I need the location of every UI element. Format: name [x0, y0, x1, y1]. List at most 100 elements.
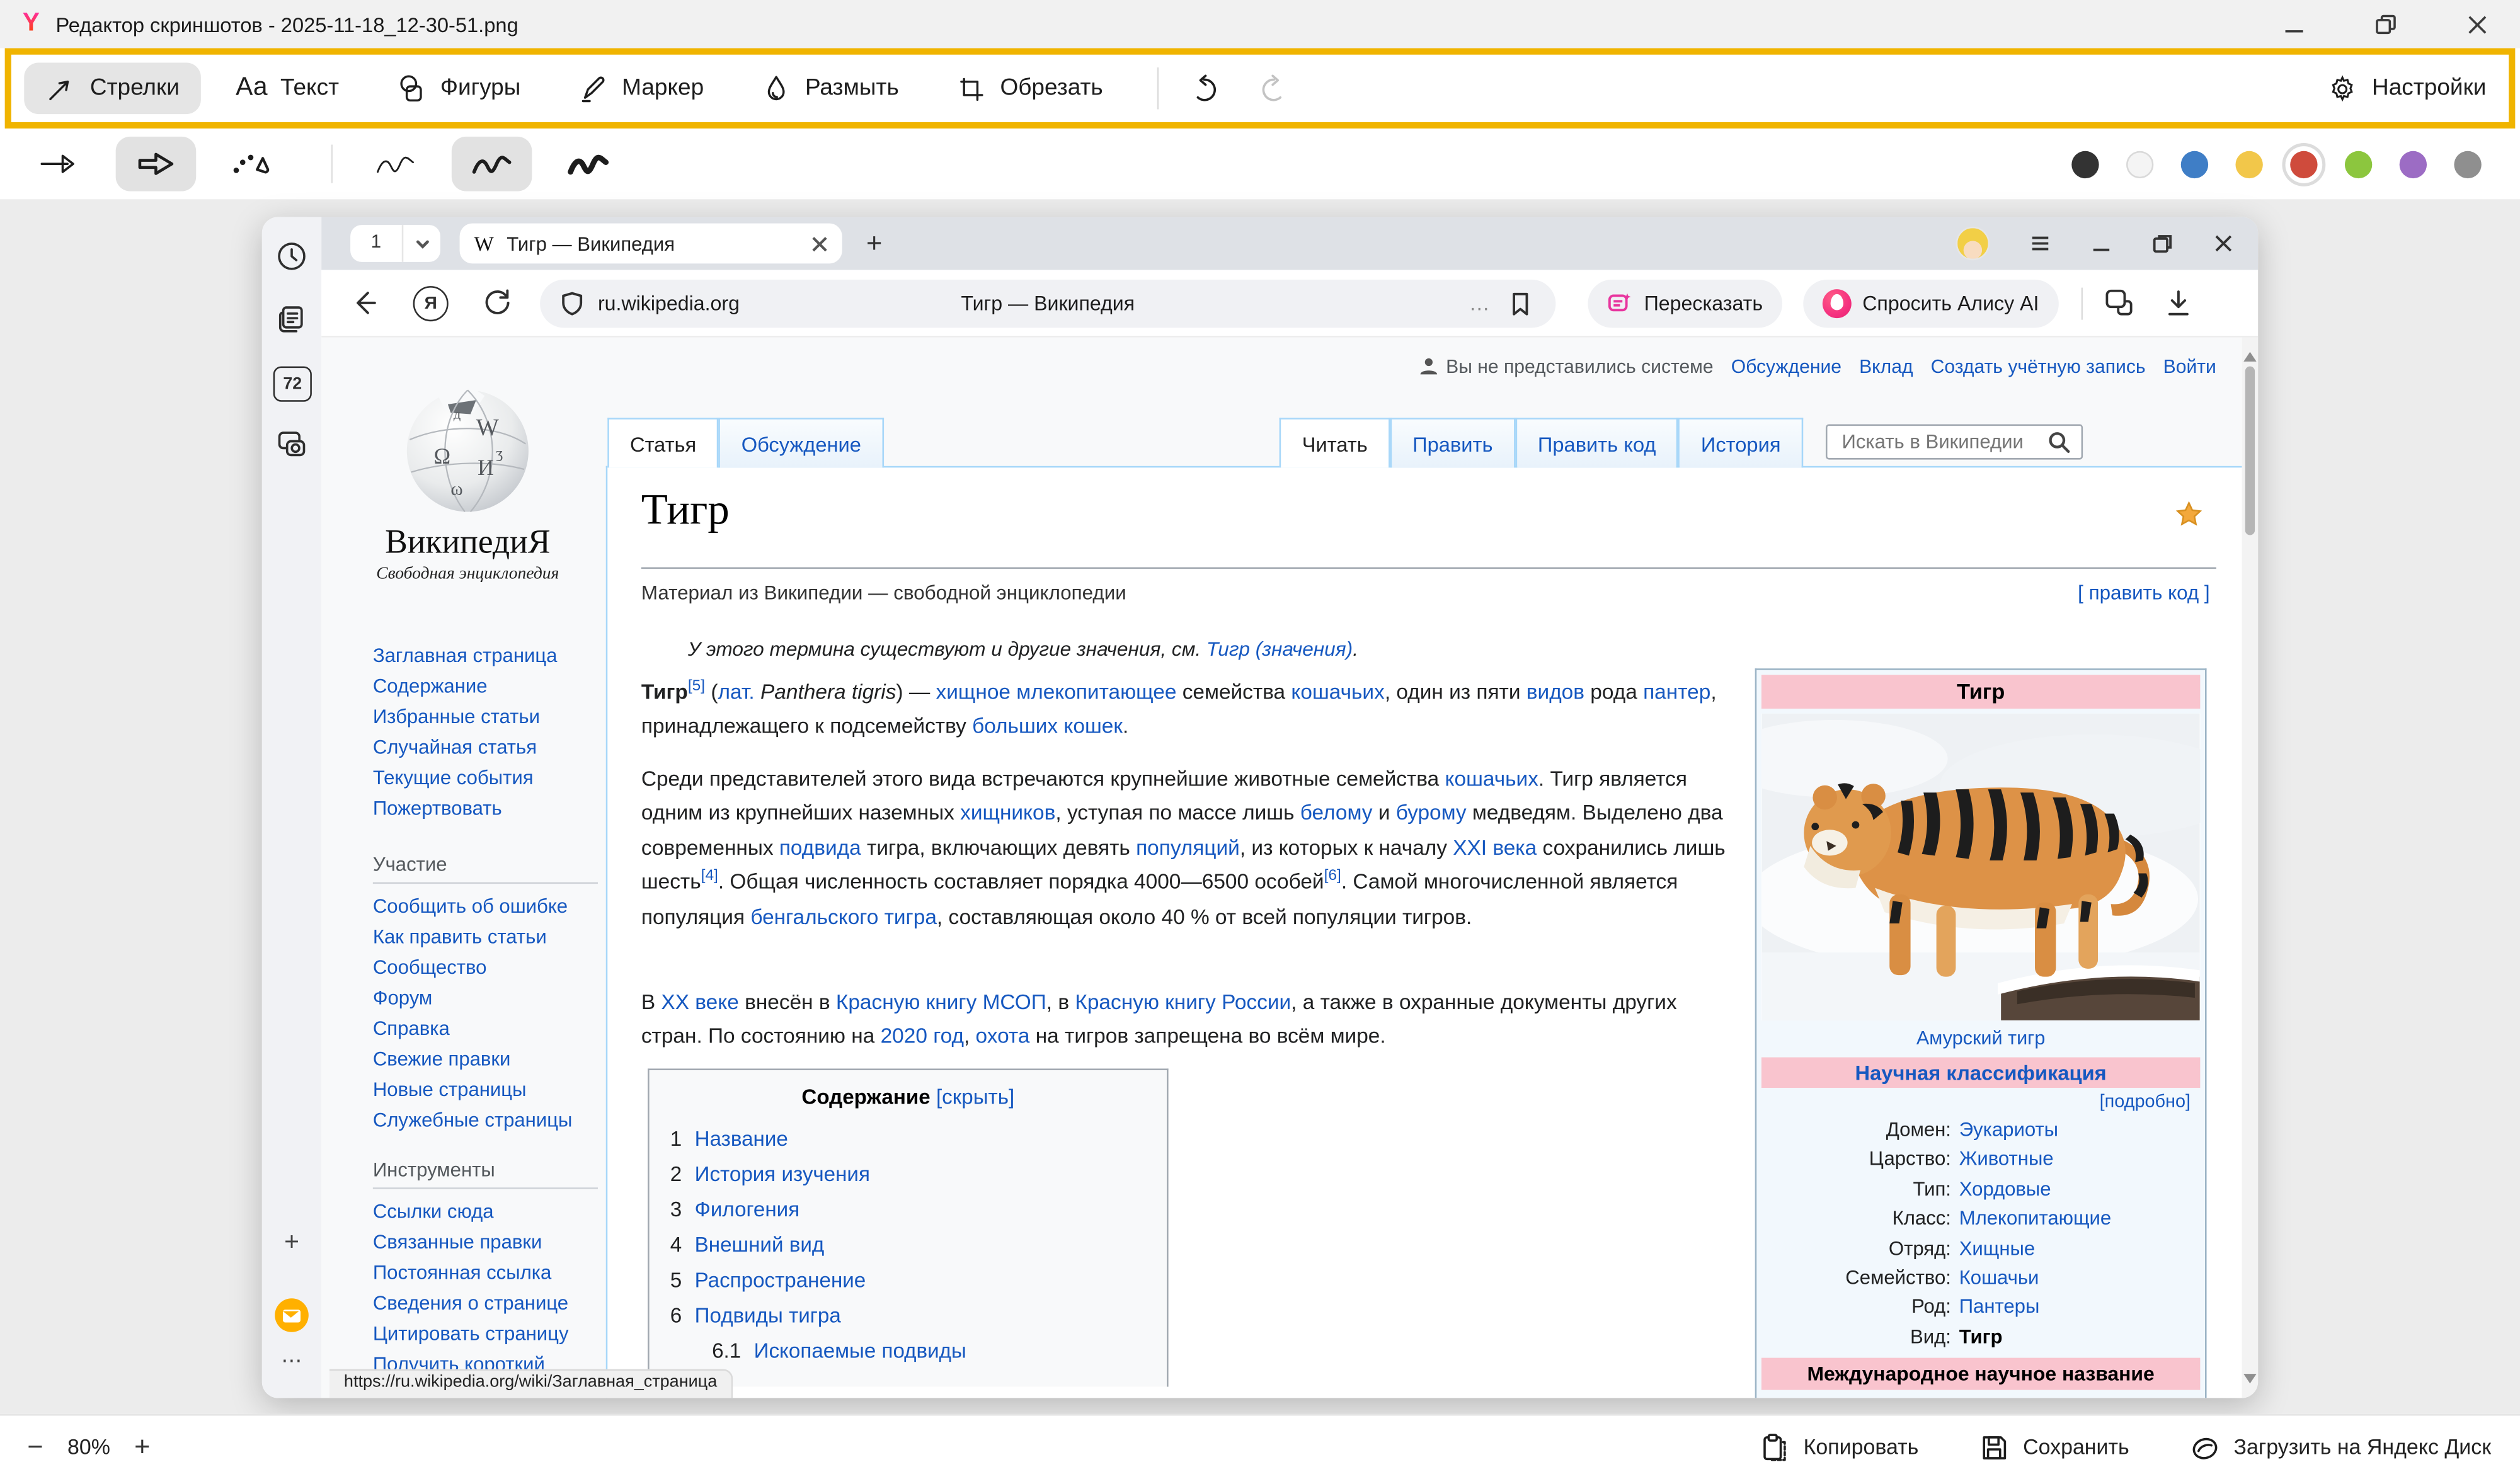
- sidebar-link[interactable]: Заглавная страница: [373, 641, 614, 671]
- yandex-search-icon[interactable]: Я: [413, 285, 449, 321]
- marker-tool-button[interactable]: Маркер: [556, 62, 724, 114]
- arrow-style-thin-button[interactable]: [20, 137, 100, 191]
- undo-button[interactable]: [1179, 67, 1235, 110]
- personal-link[interactable]: Обсуждение: [1731, 355, 1841, 378]
- history-icon[interactable]: [275, 239, 309, 273]
- rank-value-link[interactable]: Кошачьи: [1959, 1263, 2039, 1293]
- text-tool-button[interactable]: Аа Текст: [215, 64, 360, 113]
- rank-value-link[interactable]: Пантеры: [1959, 1293, 2040, 1322]
- tiger-photo[interactable]: [1761, 714, 2200, 1020]
- tab-close-icon[interactable]: [811, 236, 828, 252]
- view-tab[interactable]: Читать: [1280, 418, 1390, 467]
- copy-button[interactable]: Копировать: [1760, 1433, 1919, 1462]
- sidebar-link[interactable]: Избранные статьи: [373, 702, 614, 733]
- rank-value-link[interactable]: Млекопитающие: [1959, 1204, 2112, 1233]
- bookmark-icon[interactable]: [1508, 290, 1533, 316]
- color-gray[interactable]: [2454, 151, 2481, 178]
- sidebar-link[interactable]: Сообщить об ошибке: [373, 892, 614, 922]
- browser-minimize-icon[interactable]: [2091, 233, 2112, 254]
- search-input[interactable]: [1838, 429, 2048, 455]
- stroke-thick-button[interactable]: [548, 137, 629, 191]
- zoom-in-button[interactable]: +: [134, 1434, 150, 1461]
- page-scrollbar[interactable]: [2242, 338, 2259, 1398]
- personal-link[interactable]: Вклад: [1859, 355, 1913, 378]
- rank-value-link[interactable]: Хордовые: [1959, 1174, 2051, 1204]
- toc-link[interactable]: Внешний вид: [695, 1233, 825, 1257]
- sidebar-link[interactable]: Свежие правки: [373, 1044, 614, 1075]
- back-icon[interactable]: [347, 286, 381, 320]
- collections-icon[interactable]: [275, 302, 309, 336]
- tab-counter-badge[interactable]: 72: [273, 367, 312, 402]
- arrows-tool-button[interactable]: Стрелки: [24, 62, 200, 114]
- color-black[interactable]: [2071, 151, 2099, 178]
- sidebar-link[interactable]: Справка: [373, 1014, 614, 1044]
- toc-link[interactable]: Ископаемые подвиды: [754, 1339, 966, 1362]
- refresh-icon[interactable]: [481, 286, 515, 320]
- image-caption-link[interactable]: Амурский тигр: [1761, 1020, 2200, 1058]
- search-icon[interactable]: [2048, 431, 2070, 454]
- sidebar-more-icon[interactable]: ⋯: [262, 1348, 321, 1374]
- arrow-style-dotted-button[interactable]: [212, 137, 293, 191]
- personal-link[interactable]: Создать учётную запись: [1931, 355, 2146, 378]
- editor-canvas[interactable]: 72 + ⋯ 1 W Тигр — Википедия +: [0, 199, 2520, 1414]
- arrow-style-bold-button[interactable]: [116, 137, 197, 191]
- sidebar-link[interactable]: Текущие события: [373, 763, 614, 794]
- download-icon[interactable]: [2163, 288, 2193, 318]
- view-tab[interactable]: Править код: [1515, 418, 1678, 467]
- sidebar-link[interactable]: Пожертвовать: [373, 794, 614, 824]
- sidebar-link[interactable]: Новые страницы: [373, 1075, 614, 1105]
- add-panel-icon[interactable]: +: [262, 1230, 321, 1259]
- sidebar-link[interactable]: Как править статьи: [373, 922, 614, 952]
- color-blue[interactable]: [2181, 151, 2208, 178]
- save-button[interactable]: Сохранить: [1979, 1433, 2129, 1462]
- scroll-down-icon[interactable]: [2243, 1374, 2256, 1390]
- shapes-tool-button[interactable]: Фигуры: [374, 62, 541, 114]
- crop-tool-button[interactable]: Обрезать: [934, 62, 1124, 114]
- yandex-mail-icon[interactable]: [275, 1298, 309, 1332]
- minimize-icon[interactable]: [2284, 14, 2305, 35]
- scrollbar-thumb[interactable]: [2245, 367, 2255, 535]
- browser-menu-icon[interactable]: [2030, 233, 2051, 254]
- alice-avatar[interactable]: [1956, 227, 1990, 261]
- wikipedia-logo[interactable]: WΩ Иω дʒ ВикипедиЯ Свободная энциклопеди…: [355, 376, 580, 583]
- edit-code-link[interactable]: [ править код ]: [2078, 581, 2210, 604]
- namespace-tab[interactable]: Статья: [607, 418, 719, 467]
- details-link[interactable]: [подробно]: [1761, 1088, 2200, 1115]
- active-tab[interactable]: W Тигр — Википедия: [460, 224, 842, 264]
- extensions-icon[interactable]: [2104, 288, 2134, 318]
- settings-button[interactable]: Настройки: [2327, 73, 2496, 103]
- stroke-thin-button[interactable]: [355, 137, 436, 191]
- sidebar-link[interactable]: Служебные страницы: [373, 1105, 614, 1136]
- address-bar[interactable]: ru.wikipedia.org Тигр — Википедия …: [540, 279, 1555, 328]
- ask-alice-button[interactable]: Спросить Алису AI: [1803, 279, 2058, 328]
- stroke-medium-button[interactable]: [452, 137, 532, 191]
- sidebar-link[interactable]: Сведения о странице: [373, 1289, 614, 1319]
- personal-link[interactable]: Войти: [2163, 355, 2216, 378]
- toc-link[interactable]: Подвиды тигра: [695, 1303, 841, 1327]
- tab-group-control[interactable]: 1: [350, 225, 440, 262]
- chevron-down-icon[interactable]: [403, 236, 440, 252]
- screenshot-tool-icon[interactable]: [275, 428, 309, 462]
- color-green[interactable]: [2345, 151, 2372, 178]
- toc-hide-link[interactable]: [скрыть]: [936, 1085, 1014, 1109]
- sidebar-link[interactable]: Постоянная ссылка: [373, 1258, 614, 1288]
- color-red-selected[interactable]: [2290, 151, 2317, 178]
- favorite-star-icon[interactable]: [2176, 501, 2202, 527]
- scroll-up-icon[interactable]: [2243, 345, 2256, 362]
- sidebar-link[interactable]: Связанные правки: [373, 1228, 614, 1258]
- retell-button[interactable]: Пересказать: [1588, 279, 1782, 328]
- sidebar-link[interactable]: Случайная статья: [373, 733, 614, 763]
- rank-value-link[interactable]: Эукариоты: [1959, 1115, 2058, 1145]
- zoom-out-button[interactable]: −: [27, 1434, 43, 1461]
- sidebar-link[interactable]: Содержание: [373, 671, 614, 702]
- rank-value-link[interactable]: Хищные: [1959, 1233, 2035, 1263]
- new-tab-button[interactable]: +: [866, 230, 882, 257]
- blur-tool-button[interactable]: Размыть: [739, 62, 920, 114]
- browser-restore-icon[interactable]: [2152, 233, 2173, 254]
- classification-header-link[interactable]: Научная классификация: [1761, 1058, 2200, 1088]
- address-more-icon[interactable]: …: [1469, 291, 1492, 315]
- toc-link[interactable]: Распространение: [695, 1268, 866, 1292]
- toc-link[interactable]: История изучения: [695, 1162, 870, 1185]
- restore-icon[interactable]: [2375, 14, 2396, 35]
- color-white[interactable]: [2126, 151, 2153, 178]
